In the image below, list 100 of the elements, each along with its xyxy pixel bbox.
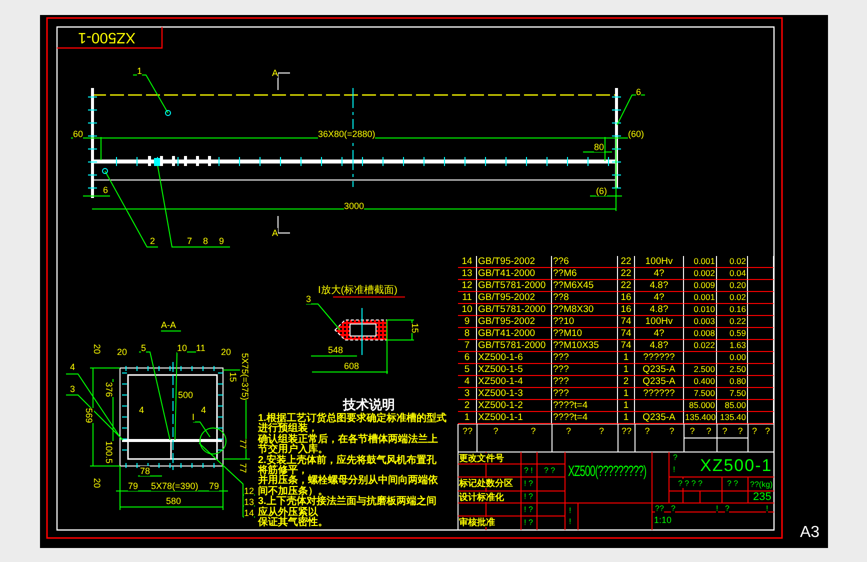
dimension-label: 79 [128,481,138,491]
sheet-size-label: A3 [800,524,820,542]
table-cell: 0.59 [717,328,748,340]
title-block-mark: ? [725,504,730,513]
project-name: XZ500(?????????) [568,463,646,482]
title-block-label: 审核批准 [459,517,495,527]
title-block-mark: ? ? [544,466,556,475]
table-cell: ??M10 [552,328,618,340]
table-cell: 2 [458,400,477,412]
dimension-label: 376 [104,382,114,398]
table-cell: 0.001 [684,292,717,304]
title-block-mark: ! [673,465,676,474]
note-line: 进行预组装， [258,424,318,434]
note-line: 间不加压条）。 [258,486,328,497]
table-cell: 0.22 [717,316,748,328]
table-cell: GB/T41-2000 [477,268,552,280]
table-cell [684,352,717,364]
dimension-label: 8 [203,236,208,246]
table-cell: 3 [458,388,477,400]
table-cell: 7.500 [684,388,717,400]
table-cell: GB/T95-2002 [477,292,552,304]
table-cell: ????t=4 [552,400,618,412]
dimension-label: 6 [636,87,642,97]
title-block-mark: ! ? [524,479,533,488]
header-mark: ? [706,426,712,436]
drawing-number-label: XZ500-1 [78,29,136,46]
dimension-label: 13 [244,497,254,507]
dimension-label: 5 [141,343,146,353]
table-cell: 0.002 [684,268,717,280]
dimension-label: (6) [596,186,607,196]
table-cell: 100Hv [635,256,684,268]
title-block-mark: ! ? [524,518,533,527]
table-cell: GB/T95-2002 [477,256,552,268]
table-cell: 0.010 [684,304,717,316]
dimension-label: 20 [92,344,102,354]
dimension-label: A [272,68,278,78]
table-cell: 0.02 [717,292,748,304]
dimension-label: 77 [238,439,248,450]
table-cell: GB/T5781-2000 [477,280,552,292]
notes-heading: 技术说明 [343,398,395,412]
dimension-label: 4 [70,362,76,372]
table-cell: ?????? [635,352,684,364]
dimension-label: 12 [244,486,254,496]
dimension-label: 36X80(=2880) [318,129,376,139]
dimension-label: (60) [628,129,644,139]
table-cell: GB/T95-2002 [477,316,552,328]
note-line: 保证其气密性。 [258,518,328,528]
table-cell: 14 [458,256,477,268]
title-block-mark: ! [569,506,572,515]
table-cell: 8 [458,328,477,340]
detail-title: I放大(标准槽截面) [318,285,398,296]
drawing-number: XZ500-1 [700,456,772,475]
table-cell: 4.8? [635,280,684,292]
title-block-mark: ! [766,504,768,513]
table-cell: 74 [618,340,635,352]
header-mark: ? [690,426,695,436]
title-block-mark: ?? [655,504,664,513]
header-mark: ? [669,426,674,436]
table-cell: 2.500 [684,364,717,376]
dimension-label: 608 [344,361,360,371]
table-cell: Q235-A [635,376,684,388]
mass-label: ??(kg) [750,480,773,490]
table-cell: 1 [618,352,635,364]
dimension-label: 3 [306,294,312,304]
table-cell: 0.008 [684,328,717,340]
note-line: 3.上下壳体对接法兰面与抗磨板两端之间 [258,497,436,508]
table-cell: 1.63 [717,340,748,352]
title-block-mark: ! [716,504,718,513]
table-cell: 100Hv [635,316,684,328]
dimension-label: 2 [150,236,156,246]
table-cell: 16 [618,304,635,316]
table-cell: 22 [618,268,635,280]
note-line: 节交用户入库。 [258,445,328,456]
table-cell: Q235-A [635,364,684,376]
table-cell: GB/T5781-2000 [477,340,552,352]
table-cell: 1 [618,364,635,376]
title-block-mark: ! ? [524,505,533,514]
table-cell: 9 [458,316,477,328]
table-cell: 13 [458,268,477,280]
dimension-label: 60 [73,129,84,139]
title-block-label: 设计标准化 [459,492,504,502]
table-cell: ??M8X30 [552,304,618,316]
mass-value: 235 [753,492,772,503]
table-cell: XZ500-1-2 [477,400,552,412]
table-cell: ??? [552,388,618,400]
table-cell: XZ500-1-3 [477,388,552,400]
table-cell: GB/T5781-2000 [477,304,552,316]
title-block-mark: ? [671,504,676,513]
dimension-label: A [272,228,278,238]
header-mark: ? [598,426,604,436]
table-cell: 0.003 [684,316,717,328]
note-line: 并用压条，螺栓螺母分别从中间向两端依 [258,476,438,486]
header-mark: ? [738,426,743,436]
table-cell: 74 [618,328,635,340]
table-cell: 16 [618,292,635,304]
header-mark: ? [644,426,650,436]
dimension-label: 3000 [344,201,364,211]
table-cell: ??6 [552,256,618,268]
table-cell: 4.8? [635,304,684,316]
dimension-label: 580 [166,496,182,506]
